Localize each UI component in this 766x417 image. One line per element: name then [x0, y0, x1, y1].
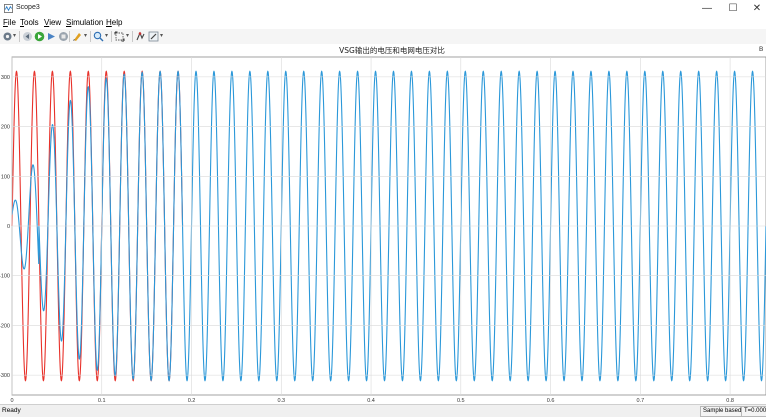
- maximize-button[interactable]: ☐: [720, 0, 746, 17]
- step-forward-icon[interactable]: [46, 31, 57, 42]
- highlight-dropdown-caret[interactable]: ▾: [84, 32, 87, 39]
- fit-axes-icon[interactable]: [114, 31, 125, 42]
- window-title: Scope3: [16, 4, 40, 11]
- toolbar-separator: [90, 31, 91, 42]
- sim-time-indicator: T=0.000: [741, 406, 766, 417]
- y-tick-label: 300: [1, 75, 10, 81]
- settings-dropdown-caret[interactable]: ▾: [13, 32, 16, 39]
- stop-icon[interactable]: [58, 31, 69, 42]
- toolbar-separator: [132, 31, 133, 42]
- plot-title: VSG输出的电压和电网电压对比: [339, 45, 445, 55]
- zoom-icon[interactable]: [93, 31, 104, 42]
- scope-app-icon: [4, 4, 13, 13]
- sample-mode-indicator: Sample based: [700, 406, 745, 417]
- toolbar: ▾ ▾ ▾ ▾ ▾: [0, 29, 766, 45]
- data-cursor-icon[interactable]: [135, 31, 146, 42]
- y-tick-label: -100: [0, 274, 10, 280]
- menu-simulation[interactable]: Simulation: [66, 18, 103, 27]
- minimize-button[interactable]: —: [694, 0, 720, 17]
- y-tick-label: 100: [1, 174, 10, 180]
- step-back-icon[interactable]: [22, 31, 33, 42]
- settings-gear-icon[interactable]: [2, 31, 13, 42]
- scope-chart: VSG输出的电压和电网电压对比 B 0 0.1 0.2 0.3 0.4 0.5 0.6 0.7…: [0, 45, 766, 404]
- highlight-pen-icon[interactable]: [72, 31, 83, 42]
- toolbar-separator: [111, 31, 112, 42]
- menu-view[interactable]: View: [44, 18, 61, 27]
- y-tick-label: 200: [1, 125, 10, 131]
- style-dropdown-caret[interactable]: ▾: [160, 32, 163, 39]
- toolbar-separator: [69, 31, 70, 42]
- menu-tools[interactable]: Tools: [20, 18, 39, 27]
- y-tick-label: 0: [7, 224, 10, 230]
- scope-plot-area: VSG输出的电压和电网电压对比 B 0 0.1 0.2 0.3 0.4 0.5 0.6 0.7…: [0, 44, 766, 404]
- zoom-dropdown-caret[interactable]: ▾: [105, 32, 108, 39]
- plot-corner-label: B: [759, 46, 763, 53]
- close-button[interactable]: ✕: [744, 0, 766, 17]
- y-tick-label: -300: [0, 373, 10, 379]
- style-edit-icon[interactable]: [148, 31, 159, 42]
- status-ready-text: Ready: [2, 407, 21, 414]
- run-icon[interactable]: [34, 31, 45, 42]
- menu-bar: File Tools View Simulation Help: [0, 17, 766, 29]
- status-bar: Ready Sample based T=0.000: [0, 404, 766, 417]
- y-tick-label: -200: [0, 323, 10, 329]
- toolbar-separator: [19, 31, 20, 42]
- window-titlebar: Scope3 — ☐ ✕: [0, 0, 766, 17]
- fit-dropdown-caret[interactable]: ▾: [126, 32, 129, 39]
- menu-file[interactable]: File: [3, 18, 16, 27]
- menu-help[interactable]: Help: [106, 18, 122, 27]
